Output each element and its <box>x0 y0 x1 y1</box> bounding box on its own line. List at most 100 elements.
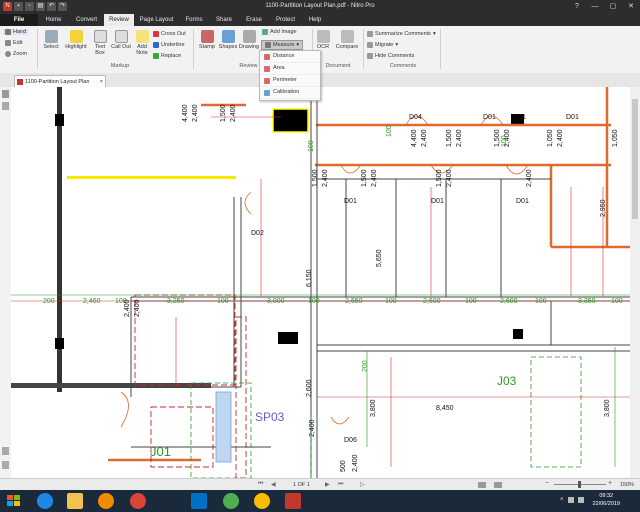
tab-page-layout[interactable]: Page Layout <box>134 14 179 26</box>
close-icon[interactable]: ✕ <box>622 0 640 14</box>
tab-erase[interactable]: Erase <box>239 14 269 26</box>
zoom-tool[interactable]: Zoom <box>5 51 27 57</box>
zoom-slider-thumb[interactable] <box>578 481 581 488</box>
group-markup-label: Markup <box>110 63 130 69</box>
menu-item-perimeter[interactable]: Perimeter <box>260 75 320 87</box>
bookmarks-icon[interactable] <box>2 90 9 98</box>
replace-button[interactable]: Replace <box>153 53 181 59</box>
comments-icon[interactable] <box>2 461 9 469</box>
first-page-icon[interactable]: ⏮ <box>258 481 263 488</box>
highlight-button[interactable]: Highlight <box>62 30 90 50</box>
door-label: D04 <box>409 114 422 121</box>
ocr-button[interactable]: OCR <box>314 30 332 50</box>
maximize-icon[interactable]: ▢ <box>604 0 622 14</box>
addnote-button[interactable]: Add Note <box>132 30 152 56</box>
door-labels: D04 D01 D01 D01 D01 D01 D01 D02 D06 <box>251 114 579 444</box>
dimension-label: 2,600 <box>306 379 313 397</box>
shapes-label: Shapes <box>218 44 238 50</box>
room-label: SP03 <box>255 410 285 424</box>
menu-item-area[interactable]: Area <box>260 63 320 75</box>
door-label: D01 <box>483 114 496 121</box>
up-arrow-icon[interactable]: ˄ <box>560 497 564 503</box>
select-button[interactable]: Select <box>40 30 62 50</box>
volume-icon[interactable] <box>577 497 584 503</box>
tab-review[interactable]: Review <box>104 14 134 26</box>
chrome-icon[interactable] <box>130 493 146 509</box>
distance-icon <box>264 53 270 60</box>
tab-protect[interactable]: Protect <box>269 14 302 26</box>
tab-convert[interactable]: Convert <box>69 14 104 26</box>
textbox-button[interactable]: Text Box <box>90 30 110 56</box>
summarize-comments-button[interactable]: Summarize Comments ▾ <box>367 31 436 37</box>
green-dimension-lines <box>11 294 630 467</box>
dimension-label: 3,250 <box>167 298 185 305</box>
menu-item-label: Area <box>273 65 285 71</box>
floor-plan-drawing: 200 2,460 100 3,250 100 3,000 100 2,650 100 2,600… <box>11 87 630 478</box>
menu-item-calibration[interactable]: Calibration <box>260 87 320 99</box>
crossout-button[interactable]: Cross Out <box>153 31 186 37</box>
tab-forms[interactable]: Forms <box>179 14 209 26</box>
dimension-label: 200 <box>43 298 55 305</box>
clock[interactable]: 09:32 22/06/2019 <box>592 492 620 508</box>
menu-item-label: Calibration <box>273 89 300 95</box>
zoom-in-icon[interactable]: + <box>608 480 612 487</box>
scroll-thumb[interactable] <box>632 99 638 219</box>
document-tab[interactable]: 1100-Partition Layout Plan × <box>14 75 106 87</box>
internet-explorer-icon[interactable] <box>37 493 53 509</box>
door-label: D01 <box>566 114 579 121</box>
compare-button[interactable]: Compare <box>333 30 361 50</box>
stamp-button[interactable]: Stamp <box>196 30 218 50</box>
hide-comments-button[interactable]: Hide Comments <box>367 53 414 59</box>
edit-tool[interactable]: Edit <box>5 40 22 46</box>
document-canvas[interactable]: 200 2,460 100 3,250 100 3,000 100 2,650 100 2,600… <box>11 87 630 478</box>
page-indicator[interactable]: 1 OF 1 <box>293 482 310 488</box>
shapes-button[interactable]: Shapes <box>218 30 238 50</box>
zoom-out-icon[interactable]: − <box>545 480 549 487</box>
summarize-label: Summarize Comments <box>375 31 431 37</box>
stamp-icon <box>200 30 214 43</box>
media-player-icon[interactable] <box>98 493 114 509</box>
migrate-button[interactable]: Migrate ▾ <box>367 42 398 48</box>
help-icon[interactable]: ? <box>568 0 586 14</box>
hide-comments-icon <box>367 53 373 59</box>
minimize-icon[interactable]: — <box>586 0 604 14</box>
zoom-level[interactable]: 150% <box>620 482 634 488</box>
file-explorer-icon[interactable] <box>67 493 83 509</box>
hand-tool[interactable]: Hand <box>3 29 29 35</box>
fit-page-icon[interactable] <box>494 482 502 488</box>
callout-button[interactable]: Call Out <box>111 30 131 50</box>
view-mode-icon[interactable] <box>478 482 486 488</box>
next-page-icon[interactable]: ▶ <box>325 481 330 488</box>
stamp-label: Stamp <box>199 44 215 50</box>
start-icon[interactable] <box>6 493 22 509</box>
dimension-labels: 200 2,460 100 3,250 100 3,000 100 2,650 100 2,600… <box>43 104 623 472</box>
dimension-label: 1,500 <box>446 129 453 147</box>
prev-page-icon[interactable]: ◀ <box>271 481 276 488</box>
vertical-scrollbar[interactable] <box>630 87 640 478</box>
drawing-button[interactable]: Drawing <box>238 30 260 50</box>
tab-file[interactable]: File <box>0 14 38 26</box>
attachments-icon[interactable] <box>2 447 9 455</box>
addimage-button[interactable]: Add Image <box>262 29 297 35</box>
measure-button[interactable]: Measure ▾ <box>261 40 304 50</box>
dimension-label: 1,050 <box>547 129 554 147</box>
tab-home[interactable]: Home <box>38 14 69 26</box>
play-icon[interactable]: ▷ <box>360 481 365 488</box>
chrome-icon[interactable] <box>223 493 239 509</box>
tab-help[interactable]: Help <box>302 14 328 26</box>
pages-icon[interactable] <box>2 102 9 110</box>
calibration-icon <box>264 89 270 96</box>
menu-item-distance[interactable]: Distance <box>260 51 320 63</box>
shapes-icon <box>221 30 235 43</box>
pdf-icon <box>17 79 23 85</box>
tab-share[interactable]: Share <box>209 14 239 26</box>
last-page-icon[interactable]: ⏭ <box>338 481 343 488</box>
nitro-pro-icon[interactable] <box>285 493 301 509</box>
underline-button[interactable]: Underline <box>153 42 185 48</box>
network-icon[interactable] <box>567 497 574 503</box>
migrate-label: Migrate <box>375 42 394 48</box>
zoom-slider[interactable] <box>554 481 606 488</box>
chrome-icon[interactable] <box>254 493 270 509</box>
outlook-icon[interactable] <box>191 493 207 509</box>
textbox-label: Text Box <box>94 44 106 56</box>
